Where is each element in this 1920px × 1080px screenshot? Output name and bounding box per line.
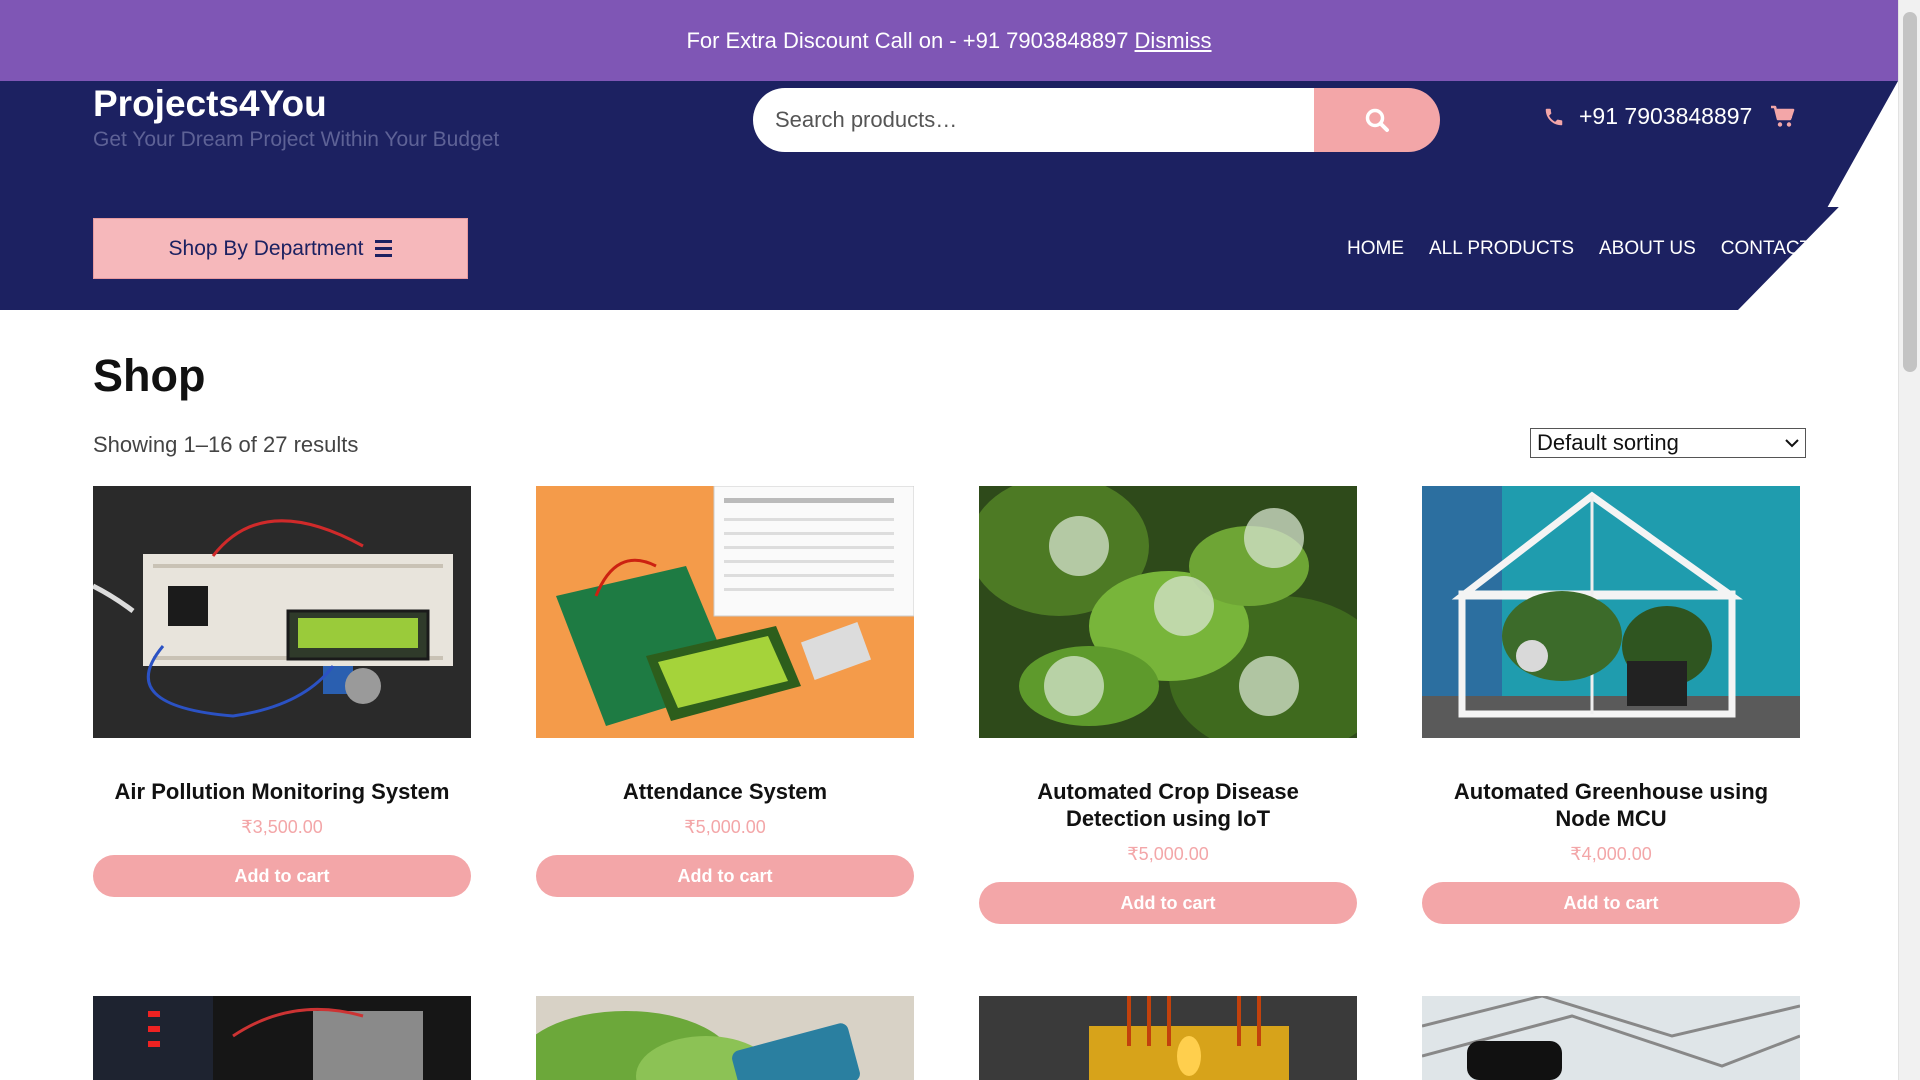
- product-card: Attendance System ₹5,000.00 Add to cart: [536, 486, 914, 897]
- notice-text: For Extra Discount Call on - +91 7903848…: [686, 27, 1129, 53]
- search-form: [753, 88, 1440, 152]
- product-card: Automated Greenhouse using Node MCU ₹4,0…: [1422, 486, 1800, 924]
- product-image[interactable]: [93, 486, 471, 738]
- product-price: ₹4,000.00: [1570, 844, 1652, 864]
- cart-icon[interactable]: [1770, 105, 1796, 129]
- result-count: Showing 1–16 of 27 results: [93, 432, 359, 457]
- product-card: [1422, 996, 1800, 1080]
- product-image[interactable]: [1422, 486, 1800, 738]
- notice-bar: For Extra Discount Call on - +91 7903848…: [0, 0, 1898, 81]
- product-image[interactable]: [979, 486, 1357, 738]
- nav-all-products[interactable]: ALL PRODUCTS: [1429, 238, 1574, 260]
- product-card: [536, 996, 914, 1080]
- shop-by-department-button[interactable]: Shop By Department: [93, 218, 468, 279]
- page-title: Shop: [93, 350, 206, 401]
- search-input[interactable]: [753, 88, 1314, 152]
- product-price: ₹5,000.00: [1127, 844, 1209, 864]
- product-name[interactable]: Attendance System: [536, 778, 914, 805]
- product-card: Automated Crop Disease Detection using I…: [979, 486, 1357, 924]
- product-image[interactable]: [93, 996, 471, 1080]
- sort-select[interactable]: Default sorting: [1530, 428, 1806, 458]
- chevron-down-icon: [1785, 439, 1799, 448]
- scrollbar-thumb[interactable]: [1903, 12, 1917, 372]
- nav-home[interactable]: HOME: [1347, 238, 1404, 260]
- product-image[interactable]: [536, 996, 914, 1080]
- site-tagline: Get Your Dream Project Within Your Budge…: [93, 128, 500, 151]
- sort-selected-value: Default sorting: [1537, 430, 1679, 455]
- main-nav: HOME ALL PRODUCTS ABOUT US CONTACT U: [1347, 238, 1830, 260]
- product-name[interactable]: Air Pollution Monitoring System: [93, 778, 471, 805]
- product-image[interactable]: [979, 996, 1357, 1080]
- nav-about-us[interactable]: ABOUT US: [1599, 238, 1696, 260]
- site-header: Projects4You Get Your Dream Project With…: [0, 81, 1898, 310]
- add-to-cart-button[interactable]: Add to cart: [536, 855, 914, 897]
- menu-icon: [375, 240, 393, 257]
- product-name[interactable]: Automated Crop Disease Detection using I…: [979, 778, 1357, 832]
- add-to-cart-button[interactable]: Add to cart: [979, 882, 1357, 924]
- site-title[interactable]: Projects4You: [93, 83, 327, 125]
- search-icon: [1365, 108, 1389, 132]
- dismiss-link[interactable]: Dismiss: [1135, 28, 1212, 54]
- department-label: Shop By Department: [168, 236, 364, 260]
- add-to-cart-button[interactable]: Add to cart: [1422, 882, 1800, 924]
- product-name[interactable]: Automated Greenhouse using Node MCU: [1422, 778, 1800, 832]
- product-image[interactable]: [1422, 996, 1800, 1080]
- add-to-cart-button[interactable]: Add to cart: [93, 855, 471, 897]
- phone-number[interactable]: +91 7903848897: [1579, 103, 1752, 130]
- search-button[interactable]: [1314, 88, 1440, 152]
- product-image[interactable]: [536, 486, 914, 738]
- product-card: [979, 996, 1357, 1080]
- nav-contact-us[interactable]: CONTACT U: [1721, 238, 1830, 260]
- header-contact: +91 7903848897: [1543, 103, 1796, 130]
- page-scrollbar[interactable]: [1898, 0, 1920, 1080]
- product-price: ₹3,500.00: [241, 817, 323, 837]
- phone-icon: [1545, 108, 1563, 125]
- product-card: [93, 996, 471, 1080]
- product-card: Air Pollution Monitoring System ₹3,500.0…: [93, 486, 471, 897]
- product-price: ₹5,000.00: [684, 817, 766, 837]
